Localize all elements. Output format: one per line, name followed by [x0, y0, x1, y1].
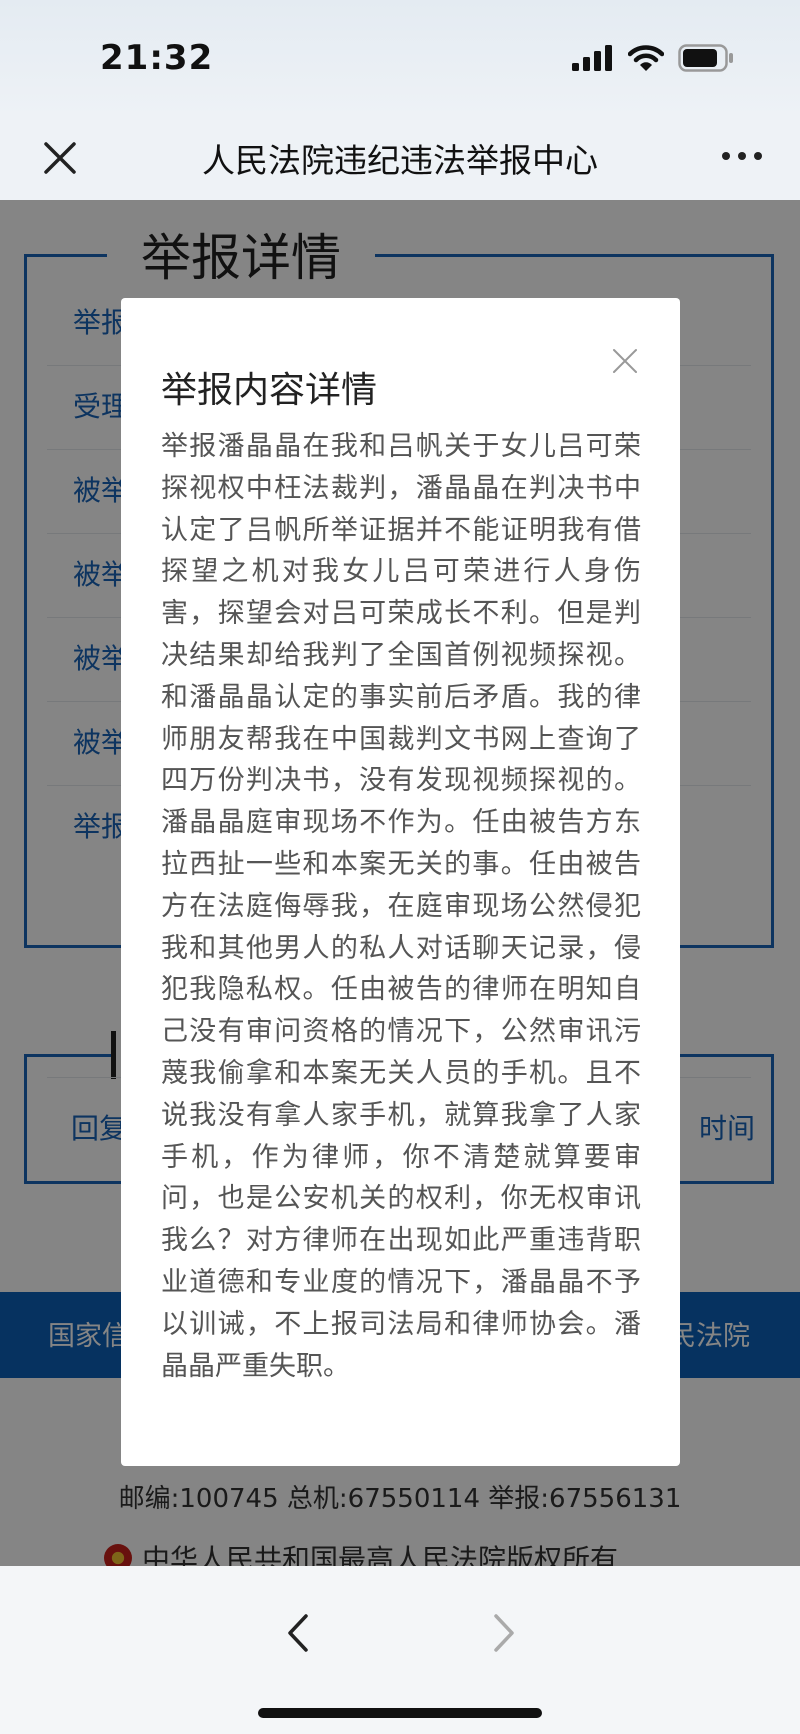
more-dot	[738, 152, 746, 160]
modal-title: 举报内容详情	[161, 370, 378, 411]
status-icons	[572, 44, 734, 72]
wifi-icon	[628, 45, 664, 71]
chevron-right-icon[interactable]	[484, 1610, 524, 1656]
more-dot	[754, 152, 762, 160]
nav-bar: 人民法院违纪违法举报中心	[0, 118, 800, 200]
more-icon[interactable]	[722, 152, 762, 160]
status-bar: 21:32	[0, 0, 800, 118]
screen: 21:32 人民法院违纪违法举报中心 举报详情 举报 受理 被举 被举 被举 被…	[0, 0, 800, 1734]
signal-icon	[572, 45, 612, 71]
close-icon[interactable]	[612, 348, 638, 374]
more-dot	[722, 152, 730, 160]
battery-icon	[678, 44, 733, 72]
chevron-left-icon[interactable]	[278, 1610, 318, 1656]
modal-body-text: 举报潘晶晶在我和吕帆关于女儿吕可荣探视权中枉法裁判，潘晶晶在判决书中认定了吕帆所…	[161, 431, 641, 1382]
status-time: 21:32	[100, 38, 214, 78]
page-title: 人民法院违纪违法举报中心	[202, 141, 598, 180]
home-indicator[interactable]	[258, 1708, 542, 1718]
report-content-modal: 举报内容详情 举报潘晶晶在我和吕帆关于女儿吕可荣探视权中枉法裁判，潘晶晶在判决书…	[121, 298, 680, 1466]
browser-bottom-bar	[0, 1566, 800, 1734]
